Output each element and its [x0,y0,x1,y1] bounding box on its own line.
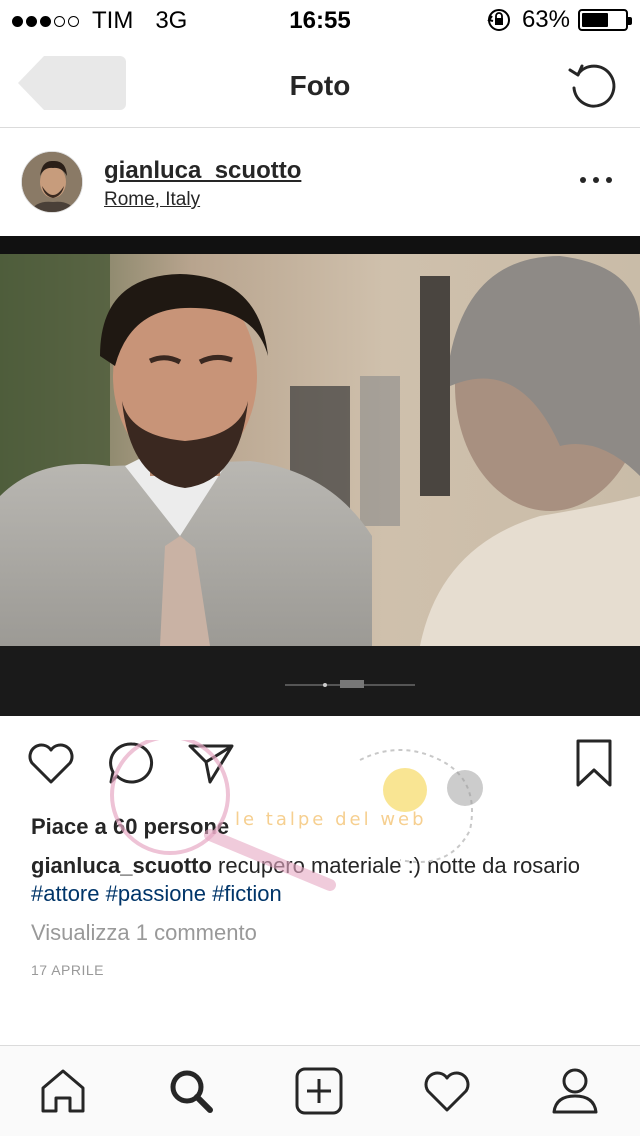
share-icon[interactable] [186,740,236,786]
view-comments-link[interactable]: Visualizza 1 commento [31,920,257,946]
refresh-icon[interactable] [566,58,618,110]
caption-text: recupero materiale :) notte da rosario [211,853,580,878]
post-location[interactable]: Rome, Italy [104,189,200,211]
profile-icon[interactable] [550,1066,600,1116]
page-title: Foto [289,70,351,101]
caption-username[interactable]: gianluca_scuotto [31,853,212,878]
post-image[interactable] [0,236,640,716]
post-caption: gianluca_scuotto recupero materiale :) n… [31,852,611,908]
battery-icon [578,9,632,31]
hashtag[interactable]: #fiction [212,881,282,906]
nav-bar: Foto [0,40,640,128]
likes-count[interactable]: Piace a 60 persone [31,814,229,840]
search-icon[interactable] [166,1066,216,1116]
avatar[interactable] [21,151,83,213]
home-icon[interactable] [38,1066,88,1116]
post-actions [0,730,640,800]
rotation-lock-icon [487,9,510,31]
post-username[interactable]: gianluca_scuotto [104,157,301,185]
comment-icon[interactable] [107,740,157,786]
heart-icon[interactable] [422,1066,472,1116]
post-header: gianluca_scuotto Rome, Italy [0,129,640,235]
tab-bar [0,1045,640,1136]
watermark-text: le talpe del web [235,809,427,830]
bookmark-icon[interactable] [574,738,614,788]
hashtag[interactable]: #attore [31,881,100,906]
status-right: 63% [486,6,632,34]
more-options-icon[interactable] [580,173,612,187]
add-icon[interactable] [294,1066,344,1116]
status-bar: TIM 3G 16:55 63% [0,0,640,40]
hashtag[interactable]: #passione [106,881,206,906]
post-date: 17 APRILE [31,962,104,978]
battery-percent: 63% [521,6,570,33]
heart-icon[interactable] [26,740,76,786]
